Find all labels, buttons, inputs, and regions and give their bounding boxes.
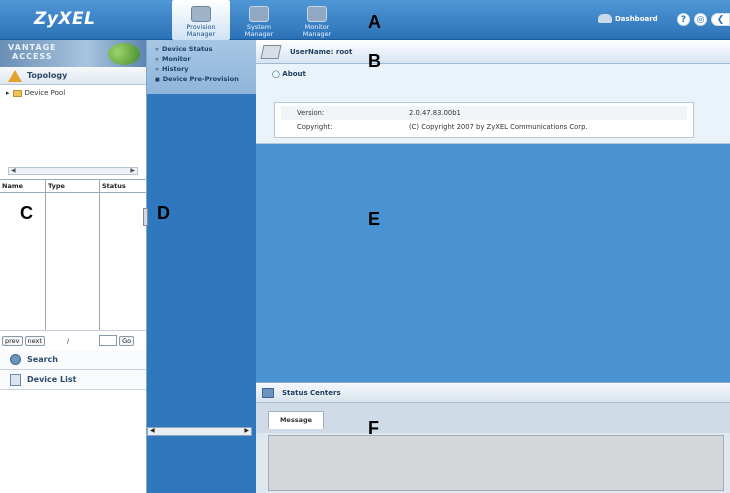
monitor-manager-label: Monitor Manager [302,23,332,38]
provision-menu: Device Status Monitor History Device Pre… [147,40,256,94]
scroll-right-icon[interactable]: ▶ [244,427,249,434]
device-list-icon [10,373,21,386]
dashboard-icon [598,14,612,23]
about-title[interactable]: ◯ About [256,68,730,86]
system-manager-icon [249,6,269,22]
marker-e: E [368,209,381,229]
topology-label: Topology [27,71,68,80]
copyright-value: (C) Copyright 2007 by ZyXEL Communicatio… [409,123,588,131]
settings-icon[interactable]: ◎ [694,13,707,26]
column-header-status[interactable]: Status [100,180,146,192]
status-tabs: Message [256,403,730,433]
column-header-type[interactable]: Type [46,180,100,192]
username-label: UserName: root [290,47,353,56]
top-bar: ZyXEL Provision Manager System Manager M… [0,0,730,40]
folder-icon [12,89,22,97]
marker-d: D [157,203,170,223]
prev-button[interactable]: prev [2,335,23,346]
provision-manager-label: Provision Manager [186,23,216,38]
brand-bar: VANTAGE ACCESS [0,40,146,67]
about-box: Version: 2.0.47.83.00b1 Copyright: (C) C… [274,102,694,138]
column-type [46,193,100,330]
status-center-title: Status Centers [282,388,341,397]
brand-text: VANTAGE ACCESS [8,43,57,61]
logout-icon[interactable]: ❮ [711,13,730,26]
device-table-header: Name Type Status [0,179,146,193]
provision-manager-button[interactable]: Provision Manager [172,0,230,40]
monitor-manager-button[interactable]: Monitor Manager [288,0,346,40]
status-center-icon [262,387,274,398]
top-nav: Provision Manager System Manager Monitor… [172,0,346,40]
column-header-name[interactable]: Name [0,180,46,192]
left-panel: VANTAGE ACCESS Topology ▸ Device Pool ◀ … [0,40,147,493]
expand-icon[interactable]: ▸ [6,89,10,97]
search-icon [10,354,21,365]
topology-tree: ▸ Device Pool [0,85,146,165]
search-nav-item[interactable]: Search [0,350,146,370]
tree-horizontal-scrollbar[interactable]: ◀ ▶ [8,167,138,175]
marker-c: C [20,203,33,223]
help-icon[interactable]: ? [677,13,690,26]
scroll-left-icon[interactable]: ◀ [11,167,16,174]
go-button[interactable]: Go [119,335,135,346]
user-icon [260,44,282,59]
menu-horizontal-scrollbar[interactable]: ◀ ▶ [147,427,252,436]
copyright-key: Copyright: [297,123,333,131]
next-button[interactable]: next [24,335,45,346]
system-manager-label: System Manager [244,23,274,38]
marker-a: A [368,12,381,32]
status-center-header[interactable]: Status Centers [256,383,730,403]
user-bar: UserName: root [256,40,730,64]
system-manager-button[interactable]: System Manager [230,0,288,40]
version-value: 2.0.47.83.00b1 [409,109,461,117]
marker-f: F [368,418,379,438]
tree-node-device-pool[interactable]: ▸ Device Pool [6,89,140,97]
panel-resize-handle[interactable] [143,208,148,226]
provision-manager-icon [191,6,211,22]
main-content: UserName: root ◯ About Version: 2.0.47.8… [256,40,730,382]
about-row-version: Version: 2.0.47.83.00b1 [281,106,687,120]
menu-item-monitor[interactable]: Monitor [155,54,252,64]
version-key: Version: [297,109,325,117]
message-area [268,435,724,491]
about-row-copyright: Copyright: (C) Copyright 2007 by ZyXEL C… [281,120,687,134]
tab-message[interactable]: Message [268,411,324,429]
device-list-nav-item[interactable]: Device List [0,370,146,390]
menu-item-device-pre-provision[interactable]: Device Pre-Provision [155,74,252,85]
status-center: Status Centers Message [256,382,730,493]
topology-icon [8,69,22,82]
page-input[interactable] [99,335,118,346]
marker-b: B [368,51,381,71]
zyxel-logo: ZyXEL [34,9,96,29]
dashboard-label: Dashboard [615,14,658,23]
page-separator: / [66,336,70,345]
dashboard-link[interactable]: Dashboard [598,14,658,23]
collapse-icon[interactable]: ◯ [272,70,280,78]
tree-node-label: Device Pool [24,89,66,97]
pager: prev next / Go [0,330,146,350]
scroll-left-icon[interactable]: ◀ [150,427,155,434]
provision-menu-panel: Device Status Monitor History Device Pre… [143,40,256,493]
monitor-manager-icon [307,6,327,22]
menu-item-history[interactable]: History [155,64,252,74]
column-status [100,193,146,330]
about-title-text: About [282,70,306,78]
device-list-label: Device List [27,375,77,384]
topology-header[interactable]: Topology [0,67,146,85]
menu-item-device-status[interactable]: Device Status [155,44,252,54]
scroll-right-icon[interactable]: ▶ [130,167,135,174]
brand-leaf-icon [108,43,140,65]
search-label: Search [27,355,58,364]
